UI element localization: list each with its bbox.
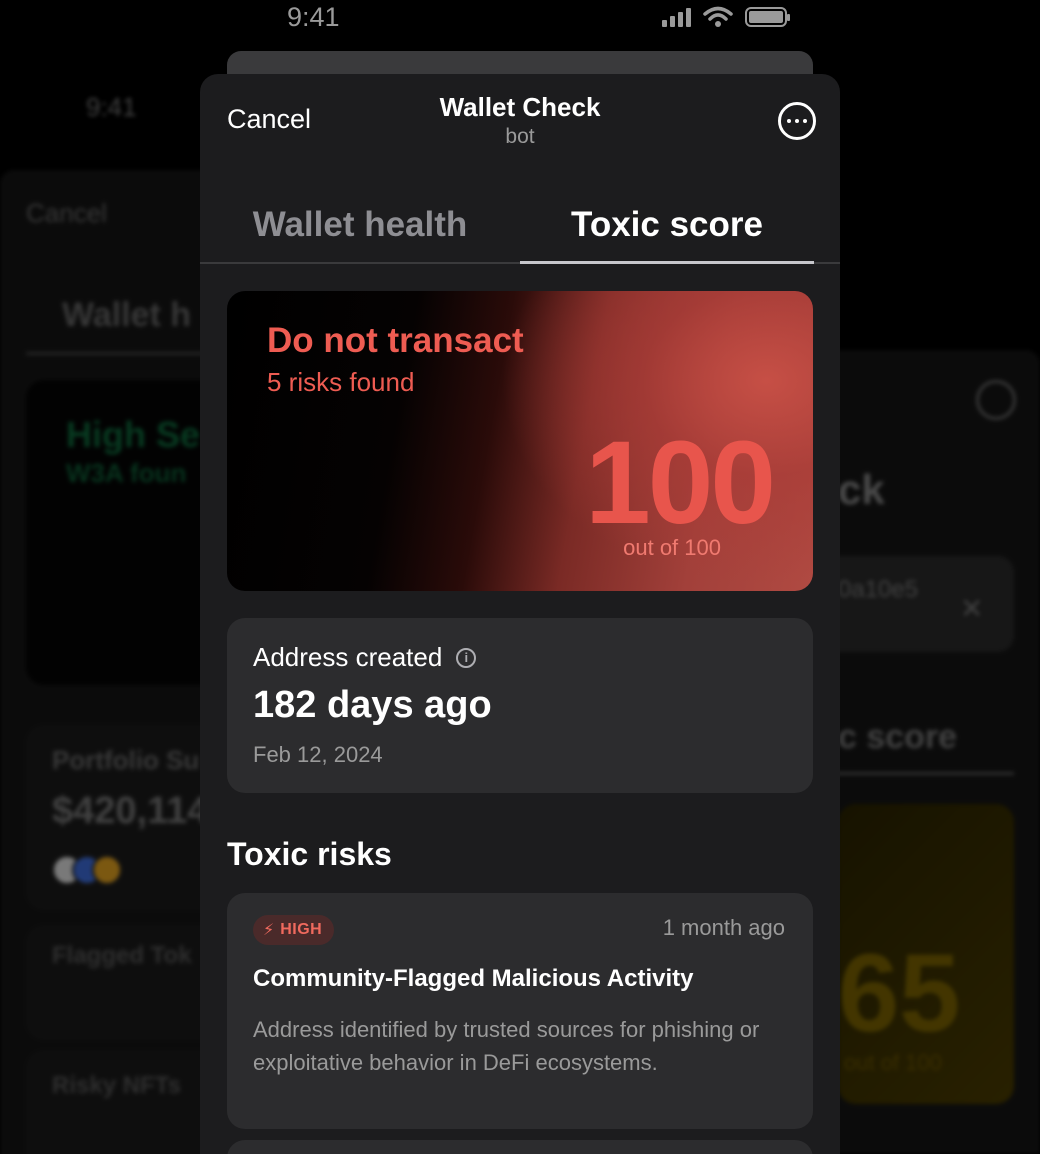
- bg-right-sheet: [820, 350, 1040, 1154]
- bg-right-score: 65: [838, 932, 961, 1055]
- wallet-check-sheet: Cancel Wallet Check bot Wallet health To…: [200, 74, 840, 1154]
- bg-right-title: ck: [838, 466, 885, 513]
- page-subtitle: bot: [505, 125, 535, 148]
- tab-indicator: [520, 261, 814, 264]
- status-bar: 9:41: [0, 0, 1040, 40]
- address-age: 182 days ago: [253, 684, 492, 726]
- toxic-score-card: Do not transact 5 risks found 100 out of…: [227, 291, 813, 591]
- risk-name: Community-Flagged Malicious Activity: [253, 965, 694, 992]
- background-left-phone: 9:41 Cancel Wallet h High Se W3A foun Po…: [0, 80, 220, 1154]
- bg-left-coins: [52, 855, 122, 885]
- address-created-label: Address created: [253, 642, 443, 672]
- bg-right-score-out: out of 100: [844, 1050, 942, 1075]
- address-created-date: Feb 12, 2024: [253, 742, 383, 767]
- risk-item-next[interactable]: [227, 1140, 813, 1154]
- bg-left-tab: Wallet h: [62, 296, 192, 334]
- signal-icon: [662, 7, 691, 27]
- bg-right-address-field: [820, 556, 1014, 652]
- bg-left-card: [26, 380, 220, 685]
- bg-left-status-title: High Se: [66, 414, 201, 455]
- tab-wallet-health[interactable]: Wallet health: [200, 205, 520, 245]
- bg-left-portfolio-value: $420,114: [52, 790, 209, 832]
- bg-right-tab: c score: [838, 718, 958, 756]
- bg-right-address: 0a10e5: [838, 576, 919, 603]
- bg-left-status-sub: W3A foun: [66, 458, 187, 488]
- address-created-label-row: Address created i: [253, 642, 477, 673]
- status-icons: [662, 6, 790, 28]
- verdict-title: Do not transact: [267, 321, 524, 360]
- bg-right-score-card: [838, 804, 1014, 1104]
- bg-left-portfolio-title: Portfolio Su: [52, 745, 200, 775]
- bg-left-tab-line: [26, 352, 220, 355]
- page-title: Wallet Check: [439, 92, 601, 122]
- risk-description: Address identified by trusted sources fo…: [253, 1017, 760, 1075]
- severity-badge: ⚡ HIGH: [253, 915, 335, 945]
- bg-left-risky-card: [26, 1050, 220, 1154]
- bg-right-more-icon: [976, 380, 1016, 420]
- bg-left-portfolio-card: [26, 725, 220, 910]
- bg-right-tab-line: [820, 772, 1014, 775]
- risk-item[interactable]: ⚡ HIGH 1 month ago Community-Flagged Mal…: [227, 893, 813, 1129]
- bg-left-time: 9:41: [86, 92, 137, 122]
- battery-icon: [745, 7, 790, 27]
- risk-time: 1 month ago: [662, 915, 785, 940]
- score-out-of: out of 100: [623, 535, 721, 560]
- sheet-header: Cancel Wallet Check bot: [200, 74, 840, 174]
- bg-left-cancel: Cancel: [26, 198, 107, 228]
- bg-left-risky-title: Risky NFTs: [52, 1072, 181, 1099]
- bg-right-clear-icon: ✕: [960, 593, 984, 624]
- tab-bar: Wallet health Toxic score: [200, 174, 840, 264]
- tab-toxic-score[interactable]: Toxic score: [520, 205, 814, 245]
- toxic-risks-heading: Toxic risks: [227, 836, 392, 872]
- bg-left-flagged-card: [26, 925, 220, 1040]
- address-created-card: Address created i 182 days ago Feb 12, 2…: [227, 618, 813, 793]
- wifi-icon: [703, 6, 733, 27]
- score-value: 100: [585, 417, 776, 549]
- lightning-icon: ⚡: [263, 922, 275, 939]
- status-time: 9:41: [287, 2, 340, 32]
- bg-left-sheet: [0, 170, 220, 1154]
- background-right-phone: ck 0a10e5 ✕ c score 65 out of 100: [820, 270, 1040, 1154]
- info-icon[interactable]: i: [456, 647, 477, 668]
- risk-count: 5 risks found: [267, 367, 415, 397]
- more-icon[interactable]: [778, 102, 816, 140]
- bg-left-flagged-title: Flagged Tok: [52, 942, 192, 969]
- severity-label: HIGH: [280, 921, 323, 938]
